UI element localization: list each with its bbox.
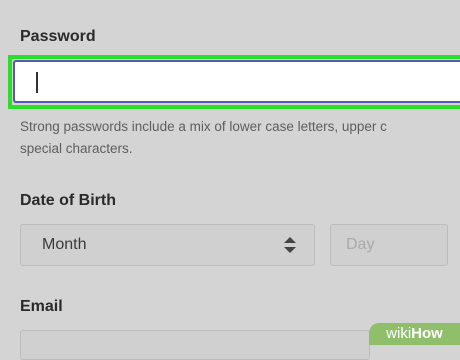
password-hint-line-2: special characters. [20, 141, 133, 156]
password-hint-line-1: Strong passwords include a mix of lower … [20, 119, 387, 134]
day-select-placeholder: Day [346, 236, 375, 253]
email-input[interactable] [20, 330, 370, 360]
password-hint: Strong passwords include a mix of lower … [20, 116, 460, 160]
month-select-value: Month [42, 236, 87, 253]
watermark-part-2: How [411, 325, 443, 342]
month-select[interactable]: Month [20, 224, 315, 266]
date-of-birth-label: Date of Birth [20, 192, 116, 209]
watermark-part-1: wiki [386, 325, 412, 342]
text-caret [36, 72, 38, 93]
email-label: Email [20, 298, 63, 315]
chevron-up-down-icon [284, 237, 296, 253]
wikihow-watermark: wikiHow [369, 323, 460, 345]
password-label: Password [20, 28, 96, 45]
password-input[interactable] [13, 60, 460, 103]
day-select[interactable]: Day [330, 224, 448, 266]
